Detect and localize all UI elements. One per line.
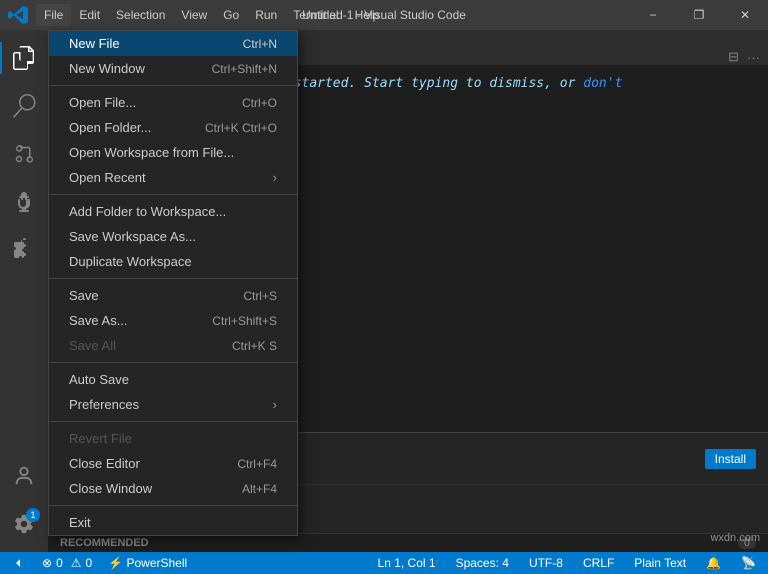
title-bar: File Edit Selection View Go Run Terminal… (0, 0, 768, 30)
add-folder-menu-item[interactable]: Add Folder to Workspace... (49, 199, 297, 224)
close-editor-shortcut: Ctrl+F4 (237, 457, 277, 471)
separator-5 (49, 421, 297, 422)
save-label: Save (69, 288, 99, 303)
revert-file-menu-item: Revert File (49, 426, 297, 451)
open-folder-shortcut: Ctrl+K Ctrl+O (205, 121, 277, 135)
save-as-label: Save As... (69, 313, 128, 328)
exit-menu-item[interactable]: Exit (49, 510, 297, 535)
window-controls: − ❐ ✕ (630, 0, 768, 30)
close-button[interactable]: ✕ (722, 0, 768, 30)
separator-3 (49, 278, 297, 279)
save-workspace-as-label: Save Workspace As... (69, 229, 196, 244)
close-window-menu-item[interactable]: Close Window Alt+F4 (49, 476, 297, 501)
close-window-label: Close Window (69, 481, 152, 496)
run-menu-item[interactable]: Run (247, 4, 285, 26)
open-file-menu-item[interactable]: Open File... Ctrl+O (49, 90, 297, 115)
save-all-menu-item: Save All Ctrl+K S (49, 333, 297, 358)
open-recent-arrow-icon: › (273, 170, 277, 185)
save-menu-item[interactable]: Save Ctrl+S (49, 283, 297, 308)
separator-6 (49, 505, 297, 506)
save-as-menu-item[interactable]: Save As... Ctrl+Shift+S (49, 308, 297, 333)
open-folder-menu-item[interactable]: Open Folder... Ctrl+K Ctrl+O (49, 115, 297, 140)
save-all-label: Save All (69, 338, 116, 353)
separator-1 (49, 85, 297, 86)
save-workspace-as-menu-item[interactable]: Save Workspace As... (49, 224, 297, 249)
new-file-menu-item[interactable]: New File Ctrl+N (49, 31, 297, 56)
preferences-arrow-icon: › (273, 397, 277, 412)
open-recent-menu-item[interactable]: Open Recent › (49, 165, 297, 190)
new-file-label: New File (69, 36, 120, 51)
menu-overlay[interactable]: New File Ctrl+N New Window Ctrl+Shift+N … (0, 30, 768, 574)
view-menu-item[interactable]: View (173, 4, 215, 26)
open-workspace-label: Open Workspace from File... (69, 145, 234, 160)
open-folder-label: Open Folder... (69, 120, 151, 135)
window-title: Untitled-1 - Visual Studio Code (302, 8, 466, 22)
auto-save-label: Auto Save (69, 372, 129, 387)
duplicate-workspace-label: Duplicate Workspace (69, 254, 192, 269)
close-window-shortcut: Alt+F4 (242, 482, 277, 496)
go-menu-item[interactable]: Go (215, 4, 247, 26)
new-window-menu-item[interactable]: New Window Ctrl+Shift+N (49, 56, 297, 81)
save-as-shortcut: Ctrl+Shift+S (212, 314, 277, 328)
open-recent-label: Open Recent (69, 170, 146, 185)
save-shortcut: Ctrl+S (243, 289, 277, 303)
separator-4 (49, 362, 297, 363)
exit-label: Exit (69, 515, 91, 530)
duplicate-workspace-menu-item[interactable]: Duplicate Workspace (49, 249, 297, 274)
preferences-label: Preferences (69, 397, 139, 412)
save-all-shortcut: Ctrl+K S (232, 339, 277, 353)
close-editor-menu-item[interactable]: Close Editor Ctrl+F4 (49, 451, 297, 476)
open-file-label: Open File... (69, 95, 136, 110)
selection-menu-item[interactable]: Selection (108, 4, 173, 26)
revert-file-label: Revert File (69, 431, 132, 446)
auto-save-menu-item[interactable]: Auto Save (49, 367, 297, 392)
edit-menu-item[interactable]: Edit (71, 4, 108, 26)
file-menu: New File Ctrl+N New Window Ctrl+Shift+N … (48, 30, 298, 536)
add-folder-label: Add Folder to Workspace... (69, 204, 226, 219)
maximize-button[interactable]: ❐ (676, 0, 722, 30)
preferences-menu-item[interactable]: Preferences › (49, 392, 297, 417)
open-workspace-menu-item[interactable]: Open Workspace from File... (49, 140, 297, 165)
separator-2 (49, 194, 297, 195)
new-file-shortcut: Ctrl+N (243, 37, 277, 51)
new-window-label: New Window (69, 61, 145, 76)
file-menu-item[interactable]: File (36, 4, 71, 26)
close-editor-label: Close Editor (69, 456, 140, 471)
new-window-shortcut: Ctrl+Shift+N (212, 62, 277, 76)
open-file-shortcut: Ctrl+O (242, 96, 277, 110)
minimize-button[interactable]: − (630, 0, 676, 30)
vscode-logo-icon (8, 5, 28, 25)
